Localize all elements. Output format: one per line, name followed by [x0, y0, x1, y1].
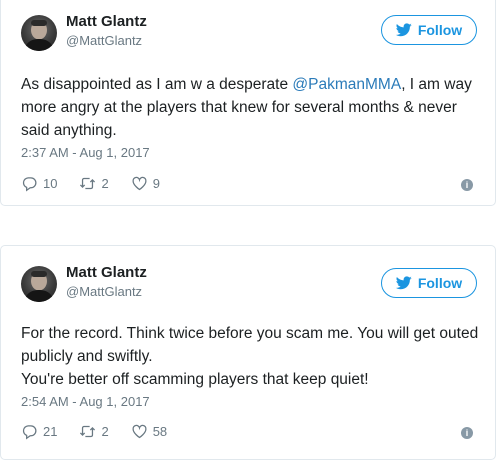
- action-bar: 21 2 58: [21, 421, 189, 441]
- action-bar: 10 2 9: [21, 173, 182, 193]
- reply-button[interactable]: 21: [21, 423, 57, 440]
- follow-button[interactable]: Follow: [381, 15, 477, 45]
- retweet-button[interactable]: 2: [79, 423, 109, 440]
- tweet-text: As disappointed as I am w a desperate @P…: [21, 73, 481, 142]
- like-count: 9: [152, 175, 160, 191]
- bird-icon: [395, 276, 412, 290]
- avatar[interactable]: [21, 15, 57, 51]
- retweet-count: 2: [101, 175, 109, 191]
- retweet-icon: [80, 425, 96, 437]
- mention-link[interactable]: @PakmanMMA: [292, 76, 401, 93]
- tweet-card[interactable]: Matt Glantz @MattGlantz Follow For the r…: [0, 245, 496, 460]
- like-count: 58: [152, 423, 168, 439]
- bird-icon: [395, 23, 412, 37]
- heart-icon: [132, 424, 147, 438]
- reply-count: 10: [43, 175, 58, 191]
- reply-button[interactable]: 10: [21, 175, 57, 192]
- timestamp[interactable]: 2:37 AM - Aug 1, 2017: [21, 145, 150, 160]
- tweet-text-part: As disappointed as I am w a desperate: [21, 76, 293, 93]
- author-handle[interactable]: @MattGlantz: [66, 33, 142, 48]
- reply-icon: [22, 176, 37, 191]
- avatar[interactable]: [21, 266, 57, 302]
- follow-button[interactable]: Follow: [381, 268, 477, 298]
- timestamp[interactable]: 2:54 AM - Aug 1, 2017: [21, 394, 150, 409]
- like-button[interactable]: 9: [131, 175, 160, 192]
- retweet-count: 2: [101, 423, 109, 439]
- tweet-text-line: For the record. Think twice before you s…: [21, 325, 479, 365]
- reply-count: 21: [43, 423, 58, 439]
- retweet-icon: [80, 177, 96, 189]
- heart-icon: [132, 176, 147, 190]
- follow-label: Follow: [417, 275, 463, 291]
- info-icon[interactable]: i: [461, 179, 473, 191]
- info-icon[interactable]: i: [461, 427, 473, 439]
- like-button[interactable]: 58: [131, 423, 167, 440]
- tweet-text: For the record. Think twice before you s…: [21, 322, 481, 391]
- author-handle[interactable]: @MattGlantz: [66, 284, 142, 299]
- tweet-text-line: You're better off scamming players that …: [21, 371, 369, 388]
- author-name[interactable]: Matt Glantz: [66, 13, 147, 30]
- reply-icon: [22, 424, 37, 439]
- tweet-card[interactable]: Matt Glantz @MattGlantz Follow As disapp…: [0, 0, 496, 206]
- retweet-button[interactable]: 2: [79, 175, 109, 192]
- follow-label: Follow: [417, 22, 463, 38]
- author-name[interactable]: Matt Glantz: [66, 264, 147, 281]
